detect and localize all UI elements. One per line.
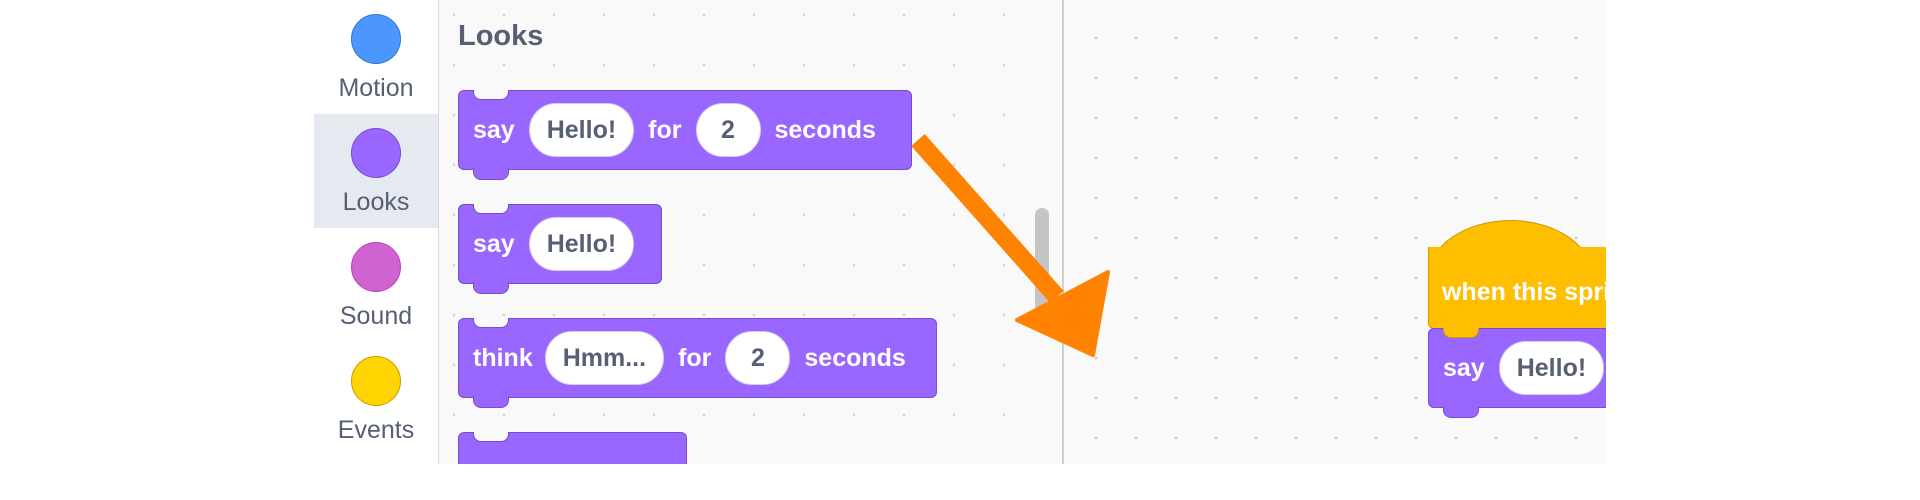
category-label: Events [337,416,415,444]
block-tab [473,166,509,180]
category-looks[interactable]: Looks [314,114,438,228]
block-keyword: say [473,229,515,258]
hat-block-label: when this sprite clicked [1442,278,1606,306]
block-palette[interactable]: Looks say Hello! for 2 seconds say Hello… [439,0,1044,464]
category-label: Motion [338,74,414,102]
block-keyword: think [473,343,533,372]
block-notch [1443,328,1479,338]
block-tab [1443,404,1479,418]
motion-color-dot-icon [351,14,401,64]
category-label: Sound [339,302,413,330]
events-color-dot-icon [351,356,401,406]
scratch-editor: Motion Looks Sound Events Looks say Hell… [314,0,1606,464]
block-keyword: seconds [774,115,876,144]
block-keyword: say [1443,353,1485,382]
seconds-input[interactable]: 2 [725,331,791,385]
say-for-seconds-block[interactable]: say Hello! for 2 seconds [458,90,912,180]
script-workspace[interactable]: when this sprite clicked say Hello! for … [1064,0,1606,464]
looks-color-dot-icon [351,128,401,178]
category-menu: Motion Looks Sound Events [314,0,439,464]
sound-color-dot-icon [351,242,401,292]
block-notch [473,90,509,100]
category-events[interactable]: Events [314,342,438,456]
palette-scrollbar[interactable] [1035,208,1049,312]
palette-category-title: Looks [458,20,544,52]
block-keyword: for [678,343,712,372]
category-label: Looks [342,188,410,216]
block-tab [473,280,509,294]
block-notch [473,204,509,214]
message-input[interactable]: Hello! [1498,341,1605,395]
message-input[interactable]: Hello! [528,217,635,271]
workspace-say-for-seconds-block[interactable]: say Hello! for 2 seconds [1428,328,1606,418]
block-keyword: seconds [804,343,906,372]
block-tab [473,394,509,408]
when-sprite-clicked-block[interactable]: when this sprite clicked [1428,247,1606,329]
block-notch [473,318,509,328]
category-motion[interactable]: Motion [314,0,438,114]
block-keyword: say [473,115,515,144]
message-input[interactable]: Hello! [528,103,635,157]
say-block[interactable]: say Hello! [458,204,662,294]
think-block[interactable] [458,432,687,464]
block-notch [473,432,509,442]
think-for-seconds-block[interactable]: think Hmm... for 2 seconds [458,318,937,408]
seconds-input[interactable]: 2 [695,103,761,157]
block-keyword: for [648,115,682,144]
category-sound[interactable]: Sound [314,228,438,342]
message-input[interactable]: Hmm... [544,331,665,385]
